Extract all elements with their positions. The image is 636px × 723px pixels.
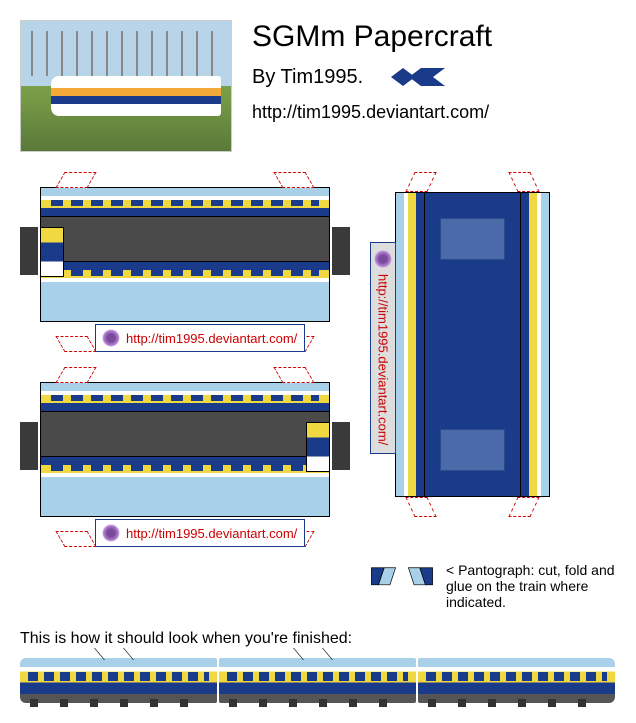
cutouts-container: http://tim1995.deviantart.com/ http://ti… <box>20 172 616 547</box>
cutout-roof: http://tim1995.deviantart.com/ <box>370 172 565 517</box>
deviantart-icon <box>102 524 120 542</box>
pantograph-instructions: < Pantograph: cut, fold and glue on the … <box>446 562 616 610</box>
finished-train-preview <box>20 658 615 703</box>
page-title: SGMm Papercraft <box>252 20 616 54</box>
ns-logo-icon <box>383 62 453 92</box>
watermark-tab-1: http://tim1995.deviantart.com/ <box>95 324 305 352</box>
finished-car-1 <box>20 658 217 703</box>
cutout-car-2: http://tim1995.deviantart.com/ <box>20 367 350 547</box>
reference-photo <box>20 20 232 152</box>
deviantart-icon <box>102 329 120 347</box>
finished-car-2 <box>219 658 416 703</box>
finished-car-3 <box>418 658 615 703</box>
deviantart-icon <box>374 250 392 268</box>
cutout-car-1: http://tim1995.deviantart.com/ <box>20 172 350 352</box>
author-text: By Tim1995. <box>252 66 363 89</box>
watermark-tab-2: http://tim1995.deviantart.com/ <box>95 519 305 547</box>
author-url: http://tim1995.deviantart.com/ <box>252 102 616 123</box>
pantograph-section: < Pantograph: cut, fold and glue on the … <box>370 562 616 610</box>
pantograph-cutout <box>370 562 434 592</box>
finished-label: This is how it should look when you're f… <box>20 630 616 648</box>
header: SGMm Papercraft By Tim1995. http://tim19… <box>20 20 616 152</box>
header-text: SGMm Papercraft By Tim1995. http://tim19… <box>252 20 616 152</box>
watermark-tab-3: http://tim1995.deviantart.com/ <box>370 242 396 454</box>
